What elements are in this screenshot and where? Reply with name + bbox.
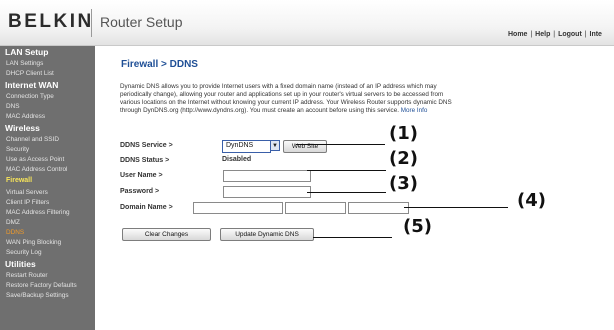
callout-label-4: (4) — [517, 190, 546, 211]
more-info-link[interactable]: More Info — [401, 107, 428, 114]
callout-line-5 — [313, 237, 392, 238]
ddns-service-label: DDNS Service > — [120, 142, 173, 149]
nav-item-security[interactable]: Security — [6, 146, 29, 153]
username-input[interactable] — [223, 170, 311, 182]
nav-item-access-point[interactable]: Use as Access Point — [6, 156, 64, 163]
callout-label-1: (1) — [389, 123, 418, 144]
nav-item-wan-ping-blocking[interactable]: WAN Ping Blocking — [6, 239, 61, 246]
header: BELKIN Router Setup Home | Help | Logout… — [0, 0, 614, 46]
nav-item-save-backup[interactable]: Save/Backup Settings — [6, 292, 69, 299]
ddns-status-value: Disabled — [222, 156, 252, 163]
callout-line-3 — [307, 192, 386, 193]
domain-name-input-2[interactable] — [285, 202, 346, 214]
nav-item-dmz[interactable]: DMZ — [6, 219, 20, 226]
nav-item-ddns[interactable]: DDNS — [6, 229, 24, 236]
ddns-status-label: DDNS Status > — [120, 157, 170, 164]
username-label: User Name > — [120, 172, 163, 179]
nav-item-lan-settings[interactable]: LAN Settings — [6, 60, 43, 67]
callout-line-1 — [296, 144, 385, 145]
callout-label-2: (2) — [389, 148, 418, 169]
nav-item-security-log[interactable]: Security Log — [6, 249, 42, 256]
nav-item-dhcp-client-list[interactable]: DHCP Client List — [6, 70, 54, 77]
ddns-service-select[interactable]: DynDNS — [222, 140, 271, 153]
domain-name-input-1[interactable] — [193, 202, 283, 214]
sidebar-nav: LAN Setup LAN Settings DHCP Client List … — [0, 46, 95, 330]
clear-changes-button[interactable]: Clear Changes — [122, 228, 211, 241]
callout-label-3: (3) — [389, 173, 418, 194]
nav-heading-wireless[interactable]: Wireless — [5, 123, 40, 133]
nav-item-dns[interactable]: DNS — [6, 103, 20, 110]
chevron-down-icon[interactable]: ▼ — [270, 140, 280, 151]
description-text: Dynamic DNS allows you to provide Intern… — [120, 83, 460, 115]
nav-item-mac-address-control[interactable]: MAC Address Control — [6, 166, 67, 173]
nav-item-restore-defaults[interactable]: Restore Factory Defaults — [6, 282, 77, 289]
nav-item-channel-ssid[interactable]: Channel and SSID — [6, 136, 59, 143]
internet-link[interactable]: Inte — [590, 31, 602, 38]
main-content: Firewall > DDNS Dynamic DNS allows you t… — [95, 46, 614, 330]
nav-heading-internet-wan[interactable]: Internet WAN — [5, 80, 58, 90]
top-links: Home | Help | Logout | Inte — [508, 31, 602, 38]
belkin-logo: BELKIN — [8, 11, 94, 32]
help-link[interactable]: Help — [535, 31, 550, 38]
page-title: Firewall > DDNS — [121, 59, 198, 70]
nav-heading-utilities[interactable]: Utilities — [5, 259, 36, 269]
domain-name-input-3[interactable] — [348, 202, 409, 214]
nav-item-virtual-servers[interactable]: Virtual Servers — [6, 189, 48, 196]
callout-line-4 — [404, 207, 508, 208]
nav-heading-firewall[interactable]: Firewall — [6, 177, 32, 184]
website-button[interactable]: Web Site — [283, 140, 327, 153]
nav-item-mac-address-filtering[interactable]: MAC Address Filtering — [6, 209, 70, 216]
logout-link[interactable]: Logout — [558, 31, 582, 38]
domain-name-label: Domain Name > — [120, 204, 173, 211]
callout-label-5: (5) — [403, 216, 432, 237]
password-input[interactable] — [223, 186, 311, 198]
nav-item-connection-type[interactable]: Connection Type — [6, 93, 54, 100]
nav-item-client-ip-filters[interactable]: Client IP Filters — [6, 199, 49, 206]
nav-item-mac-address[interactable]: MAC Address — [6, 113, 45, 120]
home-link[interactable]: Home — [508, 31, 527, 38]
callout-line-2 — [307, 170, 386, 171]
ddns-service-value: DynDNS — [226, 142, 254, 149]
nav-heading-lan-setup[interactable]: LAN Setup — [5, 47, 48, 57]
update-dynamic-dns-button[interactable]: Update Dynamic DNS — [220, 228, 314, 241]
nav-item-restart-router[interactable]: Restart Router — [6, 272, 48, 279]
app-title: Router Setup — [100, 14, 183, 30]
password-label: Password > — [120, 188, 160, 195]
logo-divider — [91, 9, 92, 37]
